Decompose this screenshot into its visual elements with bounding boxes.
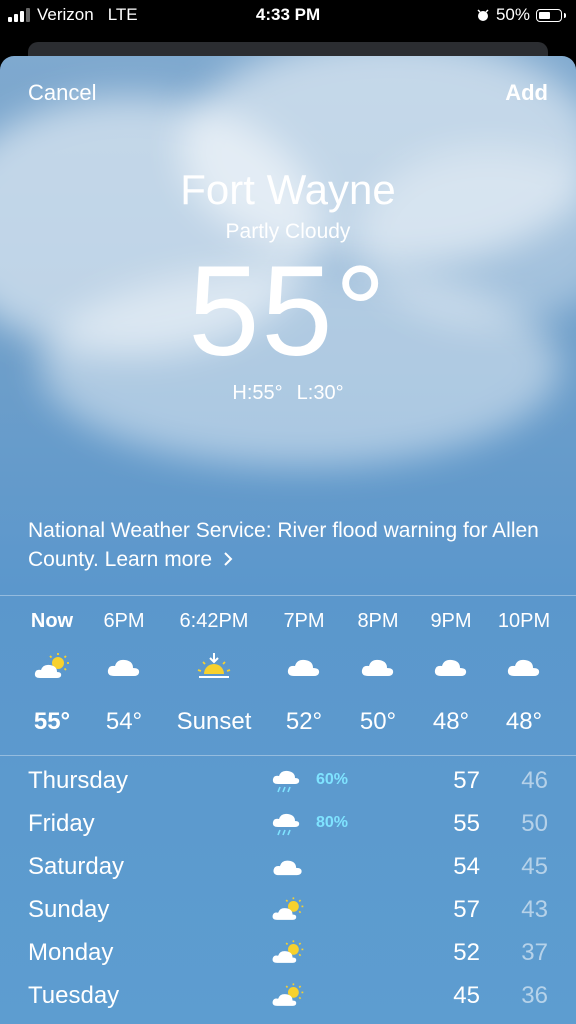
- battery-icon: [536, 8, 566, 22]
- high-low: H:55° L:30°: [0, 382, 576, 405]
- hour-label: 8PM: [357, 610, 399, 632]
- city-name: Fort Wayne: [180, 166, 396, 213]
- hour-value: 52°: [285, 708, 323, 735]
- hour-label: Now: [30, 610, 74, 632]
- alarm-icon: [477, 9, 489, 21]
- alert-text: National Weather Service: River flood wa…: [28, 519, 539, 571]
- partly-sunny-icon: [270, 895, 306, 925]
- weather-sheet: Cancel Add Fort Wayne Partly Cloudy 55° …: [0, 56, 576, 1024]
- cloud-icon: [431, 652, 471, 682]
- daily-row: Thursday 60% 57 46: [0, 761, 576, 803]
- day-low: 43: [521, 896, 548, 923]
- hour-value: 48°: [432, 708, 470, 735]
- cancel-button[interactable]: Cancel: [28, 80, 96, 106]
- day-low: 46: [521, 767, 548, 794]
- rain-cloud-icon: [270, 809, 306, 839]
- hour-value: 55°: [33, 708, 71, 735]
- daily-row: Monday 52 37: [0, 933, 576, 975]
- cloud-icon: [358, 652, 398, 682]
- low-temp: L:30°: [296, 382, 344, 404]
- hour-label: 7PM: [283, 610, 325, 632]
- partly-sunny-icon: [270, 981, 306, 1011]
- hour-label: 10PM: [497, 610, 551, 632]
- day-high: 54: [453, 853, 480, 880]
- daily-row: Friday 80% 55 50: [0, 804, 576, 846]
- daily-row: Saturday 54 45: [0, 847, 576, 889]
- rain-cloud-icon: [270, 766, 306, 796]
- hour-value: 50°: [359, 708, 397, 735]
- status-bar: Verizon LTE 4:33 PM 50%: [0, 0, 576, 32]
- hour-value: 54°: [105, 708, 143, 735]
- hour-value: 48°: [505, 708, 543, 735]
- day-label: Monday: [28, 939, 114, 966]
- hour-label: 9PM: [430, 610, 472, 632]
- weather-alert[interactable]: National Weather Service: River flood wa…: [28, 516, 548, 574]
- day-high: 55: [453, 810, 480, 837]
- battery-percent: 50%: [495, 5, 530, 24]
- day-high: 52: [453, 939, 480, 966]
- day-low: 50: [521, 810, 548, 837]
- hour-label: 6:42PM: [179, 610, 249, 632]
- day-low: 45: [521, 853, 548, 880]
- day-high: 57: [453, 767, 480, 794]
- day-high: 45: [453, 982, 480, 1009]
- high-temp: H:55°: [232, 382, 283, 404]
- divider: [0, 755, 576, 756]
- partly-sunny-icon: [32, 652, 72, 682]
- cloud-icon: [504, 652, 544, 682]
- cloud-icon: [104, 652, 144, 682]
- day-label: Saturday: [28, 853, 125, 880]
- daily-row: Sunday 57 43: [0, 890, 576, 932]
- cloud-icon: [284, 652, 324, 682]
- day-low: 37: [521, 939, 548, 966]
- day-label: Sunday: [28, 896, 110, 923]
- daily-row: Tuesday 45 36: [0, 976, 576, 1018]
- partly-sunny-icon: [270, 938, 306, 968]
- status-right: 50%: [476, 5, 566, 25]
- hour-value: Sunset: [176, 708, 252, 735]
- hourly-forecast[interactable]: Now 55° 6PM 54° 6:42PM Sunset 7PM 52° 8PM 50° 9PM 4…: [0, 596, 576, 756]
- day-low: 36: [521, 982, 548, 1009]
- current-temperature: 55°: [188, 240, 388, 383]
- day-label: Friday: [28, 810, 95, 837]
- sunset-icon: [194, 652, 234, 682]
- add-button[interactable]: Add: [505, 80, 548, 106]
- precip-chance: 80%: [316, 814, 349, 831]
- hour-label: 6PM: [103, 610, 145, 632]
- precip-chance: 60%: [316, 771, 349, 788]
- day-label: Tuesday: [28, 982, 120, 1009]
- day-label: Thursday: [28, 767, 129, 794]
- day-high: 57: [453, 896, 480, 923]
- chevron-right-icon: [224, 552, 233, 566]
- cloud-icon: [270, 852, 306, 882]
